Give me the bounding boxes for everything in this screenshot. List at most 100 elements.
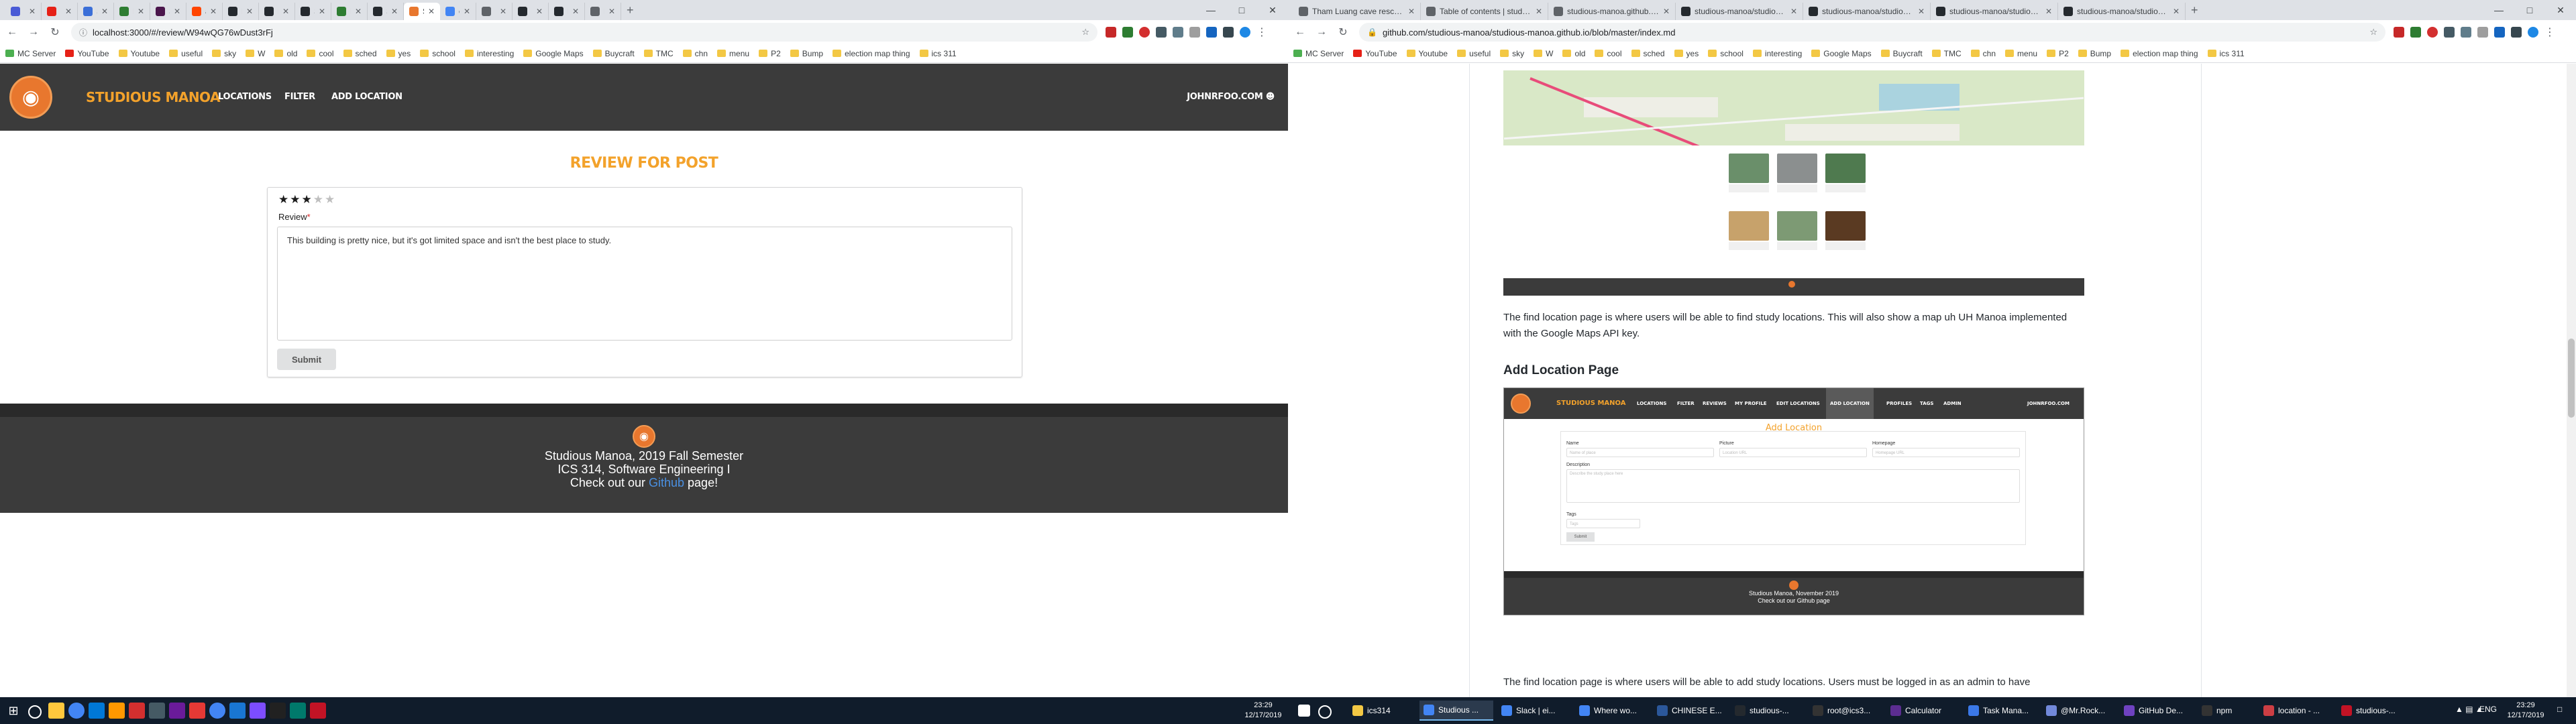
bookmark-item[interactable]: sched [343, 49, 377, 58]
bookmark-item[interactable]: sched [1631, 49, 1665, 58]
bookmark-item[interactable]: useful [169, 49, 203, 58]
app-brand[interactable]: STUDIOUS MANOA [86, 89, 221, 105]
extension-icon[interactable] [2511, 27, 2522, 38]
clock-right[interactable]: 23:29 12/17/2019 [2502, 701, 2549, 721]
bookmark-item[interactable]: interesting [464, 49, 514, 58]
browser-tab[interactable]: Install ✕ [476, 3, 513, 20]
extension-icon[interactable] [1206, 27, 1217, 38]
address-bar[interactable]: ⓘ localhost:3000/#/review/W94wQG76wDust3… [71, 23, 1097, 42]
close-tab-icon[interactable]: ✕ [608, 7, 615, 16]
extension-icon[interactable] [1156, 27, 1167, 38]
bookmark-item[interactable]: old [274, 49, 297, 58]
extension-icon[interactable] [2410, 27, 2421, 38]
lock-icon[interactable]: 🔒 [1367, 27, 1377, 37]
bookmark-item[interactable]: yes [1674, 49, 1699, 58]
close-tab-icon[interactable]: ✕ [572, 7, 579, 16]
bookmark-item[interactable]: ics 311 [919, 49, 957, 58]
close-tab-icon[interactable]: ✕ [246, 7, 253, 16]
address-bar[interactable]: 🔒 github.com/studious-manoa/studious-man… [1359, 23, 2385, 42]
notifications-icon[interactable]: □ [2557, 705, 2562, 714]
extension-icon[interactable] [2461, 27, 2471, 38]
back-icon[interactable]: ← [1291, 23, 1309, 42]
taskbar-item[interactable]: npm [2198, 701, 2255, 721]
bookmark-item[interactable]: YouTube [1353, 49, 1397, 58]
browser-tab[interactable]: studious-manoa/studious-manoa ✕ [1676, 3, 1803, 20]
browser-tab[interactable]: Editing✕ [259, 3, 295, 20]
nav-locations[interactable]: LOCATIONS [218, 92, 272, 102]
bookmark-item[interactable]: sky [1500, 49, 1524, 58]
bookmark-item[interactable]: cool [307, 49, 334, 58]
close-tab-icon[interactable]: ✕ [1790, 7, 1797, 16]
app-icon[interactable] [109, 703, 125, 719]
close-tab-icon[interactable]: ✕ [428, 7, 435, 16]
bookmark-item[interactable]: Bump [790, 49, 823, 58]
close-tab-icon[interactable]: ✕ [65, 7, 72, 16]
review-textarea[interactable]: This building is pretty nice, but it's g… [277, 227, 1012, 341]
terminal-icon[interactable] [270, 703, 286, 719]
reload-icon[interactable]: ↻ [46, 23, 64, 42]
extension-icon[interactable] [1122, 27, 1133, 38]
browser-tab[interactable]: studious-manoa/studious-manoa ✕ [1803, 3, 1931, 20]
close-tab-icon[interactable]: ✕ [101, 7, 108, 16]
chrome-icon[interactable] [68, 703, 85, 719]
ublock-icon[interactable] [1106, 27, 1116, 38]
taskbar-item[interactable]: Calculator [1886, 701, 1960, 721]
bookmark-item[interactable]: ics 311 [2207, 49, 2245, 58]
browser-tab[interactable]: all subr ✕ [186, 3, 223, 20]
star-icon[interactable]: ★ [313, 193, 325, 206]
bookmark-item[interactable]: W [246, 49, 265, 58]
browser-tab[interactable]: Table of contents | studious-ma ✕ [1421, 3, 1548, 20]
extension-icon[interactable] [1223, 27, 1234, 38]
graduation-cap-logo-icon[interactable]: ◉ [9, 76, 52, 119]
browser-tab[interactable]: ✕ [5, 3, 42, 20]
new-tab-icon[interactable]: + [2191, 3, 2198, 17]
bookmark-item[interactable]: election map thing [833, 49, 910, 58]
taskbar-item[interactable]: Task Mana... [1964, 701, 2038, 721]
profile-avatar[interactable] [1240, 27, 1250, 38]
close-tab-icon[interactable]: ✕ [210, 7, 217, 16]
browser-tab[interactable]: studious-manoa/studious-manoa ✕ [2058, 3, 2186, 20]
browser-tab[interactable]: Laulima✕ [331, 3, 368, 20]
bookmark-item[interactable]: TMC [1931, 49, 1962, 58]
bookmark-item[interactable]: Buycraft [592, 49, 635, 58]
tab-active[interactable]: Studiou ✕ [404, 3, 440, 20]
menu-icon[interactable]: ⋮ [1256, 25, 1267, 39]
windows-start-icon[interactable] [1298, 705, 1310, 717]
new-tab-icon[interactable]: + [627, 3, 634, 17]
close-tab-icon[interactable]: ✕ [1663, 7, 1670, 16]
taskbar-item[interactable]: Studious ... [1419, 701, 1493, 721]
taskbar-item[interactable]: studious-... [1731, 701, 1805, 721]
bookmark-item[interactable]: chn [1970, 49, 1996, 58]
bookmark-star-icon[interactable]: ☆ [2369, 27, 2377, 38]
forward-icon[interactable]: → [24, 23, 43, 42]
taskbar-item[interactable]: studious-... [2337, 701, 2411, 721]
close-window-icon[interactable]: ✕ [2545, 0, 2576, 20]
taskbar-item[interactable]: Where wo... [1575, 701, 1649, 721]
browser-tab[interactable]: ✕ [42, 3, 78, 20]
close-tab-icon[interactable]: ✕ [391, 7, 398, 16]
bookmark-item[interactable]: Youtube [1406, 49, 1448, 58]
browser-tab[interactable]: Laulima✕ [114, 3, 150, 20]
bookmark-item[interactable]: school [1708, 49, 1743, 58]
taskbar-item[interactable]: @Mr.Rock... [2042, 701, 2116, 721]
info-icon[interactable]: ⓘ [79, 27, 87, 38]
close-tab-icon[interactable]: ✕ [2045, 7, 2052, 16]
browser-tab[interactable]: cento ✕ [440, 3, 476, 20]
bookmark-item[interactable]: MC Server [5, 49, 56, 58]
app-icon[interactable] [310, 703, 326, 719]
extension-icon[interactable] [1139, 27, 1150, 38]
browser-tab[interactable]: M3 ✕ [223, 3, 259, 20]
user-menu[interactable]: JOHNRFOO.COM ☻ [1187, 92, 1275, 102]
bookmark-item[interactable]: yes [386, 49, 411, 58]
menu-icon[interactable]: ⋮ [2544, 25, 2555, 39]
app-icon[interactable] [250, 703, 266, 719]
language-indicator[interactable]: ENG [2479, 705, 2497, 714]
bookmark-item[interactable]: Buycraft [1880, 49, 1923, 58]
close-tab-icon[interactable]: ✕ [29, 7, 36, 16]
close-tab-icon[interactable]: ✕ [1536, 7, 1542, 16]
browser-tab[interactable]: Install ✕ [513, 3, 549, 20]
bookmark-item[interactable]: useful [1457, 49, 1491, 58]
browser-tab[interactable]: Slack | ✕ [150, 3, 186, 20]
taskbar-item[interactable]: ics314 [1348, 701, 1415, 721]
close-tab-icon[interactable]: ✕ [464, 7, 470, 16]
